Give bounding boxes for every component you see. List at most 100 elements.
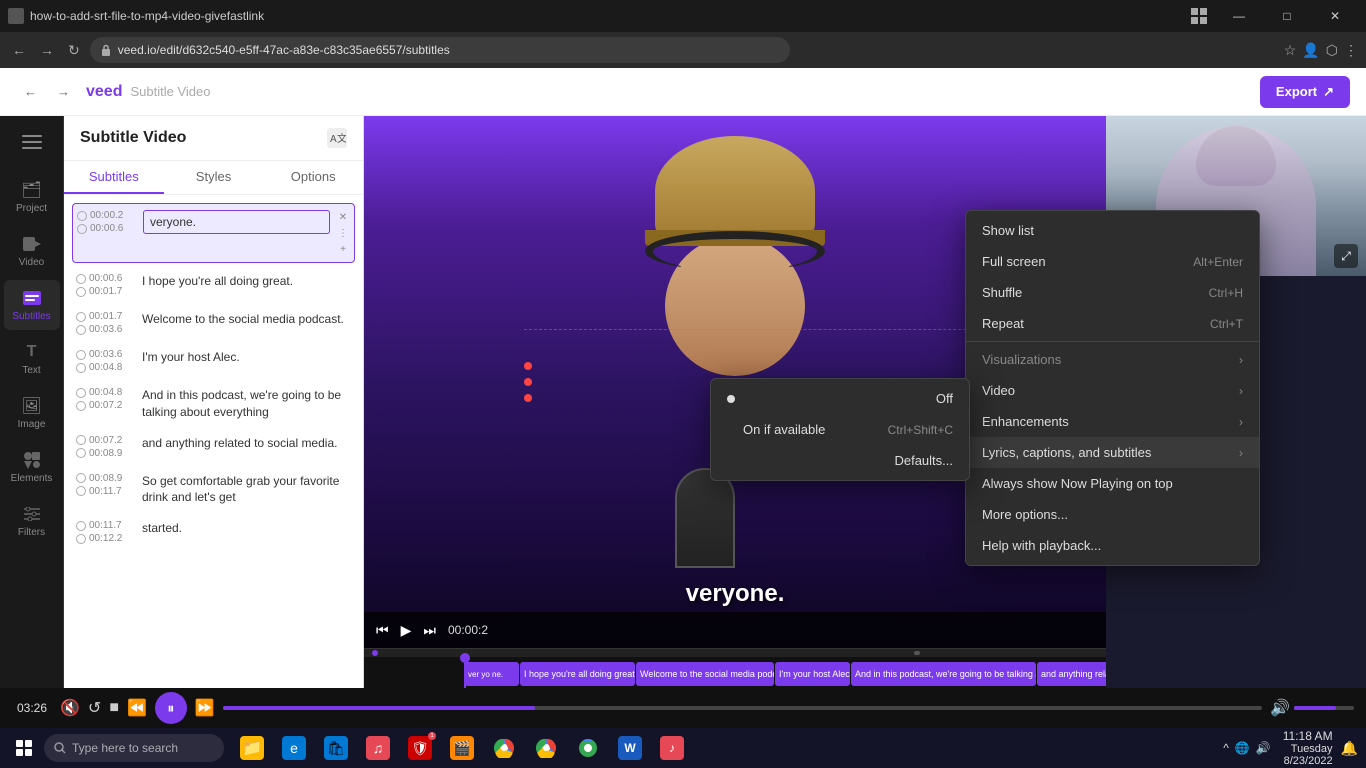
lock-icon [100, 44, 112, 56]
ctx-visualizations[interactable]: Visualizations › [966, 344, 1259, 375]
subtitle-drag-button-1[interactable]: ⋮ [336, 226, 350, 240]
profile-button[interactable]: 👤 [1302, 42, 1319, 59]
maximize-button[interactable]: □ [1264, 0, 1310, 32]
ctx-shuffle[interactable]: Shuffle Ctrl+H [966, 277, 1259, 308]
timeline-track-2[interactable]: Welcome to the social media podcast. [636, 662, 774, 686]
taskbar-app-store[interactable]: 🛍 [316, 728, 356, 768]
sidebar-hamburger-button[interactable] [14, 124, 50, 160]
expand-button[interactable]: ⤢ [1334, 244, 1358, 268]
ctx-lyrics-captions[interactable]: Lyrics, captions, and subtitles › [966, 437, 1259, 468]
sidebar-item-image[interactable]: 🖼 Image [4, 388, 60, 438]
media-volume-slider[interactable] [1294, 706, 1354, 710]
sidebar-item-project[interactable]: 🗂 Project [4, 172, 60, 222]
timeline-track-4[interactable]: And in this podcast, we're going to be t… [851, 662, 1036, 686]
video-play-button[interactable]: ▶ [401, 622, 412, 639]
extensions-button[interactable]: ⬡ [1326, 42, 1338, 59]
video-next-button[interactable]: ⏭ [423, 622, 436, 639]
tab-options[interactable]: Options [263, 161, 363, 194]
bookmark-button[interactable]: ☆ [1284, 42, 1297, 59]
title-bar-left: how-to-add-srt-file-to-mp4-video-givefas… [8, 8, 264, 24]
taskbar-app-chrome2[interactable] [526, 728, 566, 768]
translate-icon[interactable]: A 文 [327, 128, 347, 148]
ctx-show-list[interactable]: Show list [966, 215, 1259, 246]
subtitle-item-8[interactable]: 00:11.7 00:12.2 started. [72, 514, 355, 550]
sidebar-item-elements[interactable]: Elements [4, 442, 60, 492]
tab-subtitles[interactable]: Subtitles [64, 161, 164, 194]
subtitle-item-7[interactable]: 00:08.9 00:11.7 So get comfortable grab … [72, 467, 355, 513]
header-forward-button[interactable]: → [49, 80, 78, 103]
browser-menu-button[interactable]: ⋮ [1344, 42, 1358, 59]
ctx-enhancements[interactable]: Enhancements › [966, 406, 1259, 437]
taskbar-clock[interactable]: 11:18 AM Tuesday8/23/2022 [1283, 729, 1333, 767]
notification-center-button[interactable]: 🔔 [1341, 740, 1358, 757]
filters-icon [22, 504, 42, 524]
timeline-track-5[interactable]: and anything related to social media. [1037, 662, 1106, 686]
media-volume-icon[interactable]: 🔊 [1270, 698, 1290, 718]
taskbar-app-word[interactable]: W [610, 728, 650, 768]
ctx-help-playback[interactable]: Help with playback... [966, 530, 1259, 561]
subtitle-item-6[interactable]: 00:07.2 00:08.9 and anything related to … [72, 429, 355, 465]
submenu-on-if-available[interactable]: On if available Ctrl+Shift+C [711, 414, 969, 445]
header-back-button[interactable]: ← [16, 80, 45, 103]
tray-chevron[interactable]: ^ [1223, 741, 1229, 755]
subtitle-item-4[interactable]: 00:03.6 00:04.8 I'm your host Alec. [72, 343, 355, 379]
subtitle-item-2[interactable]: 00:00.6 00:01.7 I hope you're all doing … [72, 267, 355, 303]
media-forward-button[interactable]: ⏩ [195, 698, 215, 718]
media-stop-button[interactable]: ■ [109, 699, 119, 717]
media-progress-bar[interactable] [223, 706, 1262, 710]
ctx-always-on-top[interactable]: Always show Now Playing on top [966, 468, 1259, 499]
sidebar-item-video[interactable]: Video [4, 226, 60, 276]
music-icon: ♪ [660, 736, 684, 760]
ctx-more-options[interactable]: More options... [966, 499, 1259, 530]
video-prev-button[interactable]: ⏮ [376, 622, 389, 639]
media-rewind-button[interactable]: ⏪ [127, 698, 147, 718]
taskbar-app-mcafee[interactable]: 🛡 1 [400, 728, 440, 768]
close-button[interactable]: ✕ [1312, 0, 1358, 32]
taskbar-app-music[interactable]: ♪ [652, 728, 692, 768]
media-mute-button[interactable]: 🔇 [60, 698, 80, 718]
taskbar-app-chrome3[interactable] [568, 728, 608, 768]
submenu-off[interactable]: Off [711, 383, 969, 414]
browser-refresh-button[interactable]: ↻ [64, 40, 84, 61]
subtitle-delete-button-1[interactable]: ✕ [336, 210, 350, 224]
timeline-scroll-container [364, 649, 1106, 657]
browser-forward-button[interactable]: → [36, 40, 58, 60]
taskbar-app-groove[interactable]: ♫ [358, 728, 398, 768]
taskbar-search-bar[interactable]: Type here to search [44, 734, 224, 762]
tray-network-icon[interactable]: 🌐 [1235, 741, 1250, 755]
timeline-track-1[interactable]: I hope you're all doing great. [520, 662, 635, 686]
subtitle-item-1[interactable]: 00:00.2 00:00.6 veryone. ✕ ⋮ + [72, 203, 355, 263]
url-bar[interactable]: veed.io/edit/d632c540-e5ff-47ac-a83e-c83… [90, 37, 790, 63]
time-icon-4 [76, 350, 86, 360]
subtitle-item-3[interactable]: 00:01.7 00:03.6 Welcome to the social me… [72, 305, 355, 341]
subtitle-edit-input-1[interactable]: veryone. [143, 210, 330, 234]
taskbar-app-file-explorer[interactable]: 📁 [232, 728, 272, 768]
timeline-scroll-right[interactable] [914, 651, 920, 655]
submenu-defaults[interactable]: Defaults... [711, 445, 969, 476]
subtitle-item-5[interactable]: 00:04.8 00:07.2 And in this podcast, we'… [72, 381, 355, 427]
tab-styles[interactable]: Styles [164, 161, 264, 194]
sidebar-item-filters[interactable]: Filters [4, 496, 60, 546]
minimize-button[interactable]: — [1216, 0, 1262, 32]
taskbar-app-edge[interactable]: e [274, 728, 314, 768]
ctx-video[interactable]: Video › [966, 375, 1259, 406]
panel-header: Subtitle Video A 文 [64, 116, 363, 161]
media-play-pause-button[interactable]: ⏸ [155, 692, 187, 724]
subtitle-times-7: 00:08.9 00:11.7 [76, 473, 136, 497]
sidebar-item-text[interactable]: T Text [4, 334, 60, 384]
browser-back-button[interactable]: ← [8, 40, 30, 60]
timeline-scroll-handle[interactable] [372, 650, 378, 656]
timeline-track-0[interactable]: ver yo ne. [464, 662, 519, 686]
subtitle-add-button-1[interactable]: + [336, 242, 350, 256]
media-loop-button[interactable]: ↺ [88, 698, 101, 718]
timeline-track-3[interactable]: I'm your host Alec. [775, 662, 850, 686]
tray-sound-icon[interactable]: 🔊 [1256, 741, 1271, 755]
taskbar-app-vlc[interactable]: 🎬 [442, 728, 482, 768]
sidebar-item-subtitles[interactable]: Subtitles [4, 280, 60, 330]
grid-button[interactable] [1184, 0, 1214, 32]
taskbar-app-chrome1[interactable] [484, 728, 524, 768]
ctx-repeat[interactable]: Repeat Ctrl+T [966, 308, 1259, 339]
export-button[interactable]: Export ↗ [1260, 76, 1350, 108]
ctx-full-screen[interactable]: Full screen Alt+Enter [966, 246, 1259, 277]
start-button[interactable] [8, 732, 40, 764]
